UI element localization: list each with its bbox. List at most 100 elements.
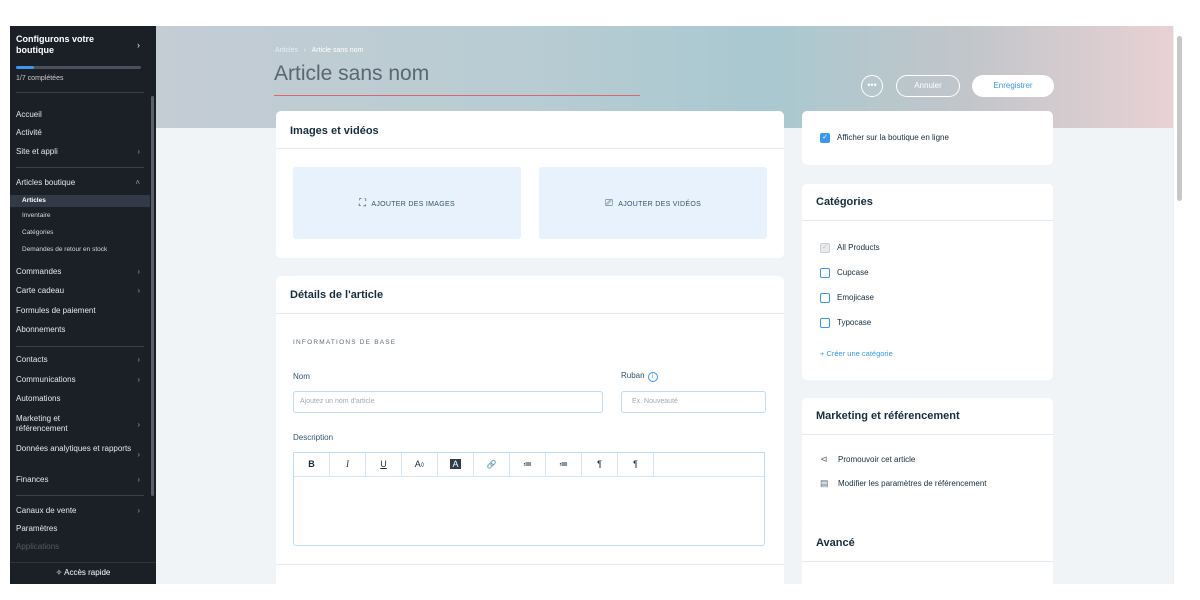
sidebar-item-commandes[interactable]: Commandes ›: [10, 267, 150, 277]
promote-link[interactable]: ⊲ Promouvoir cet article: [820, 454, 915, 465]
cancel-button[interactable]: Annuler: [896, 75, 960, 97]
numbered-list-button[interactable]: ≔: [546, 453, 582, 476]
marketing-card: Marketing et référencement ⊲ Promouvoir c…: [802, 398, 1053, 530]
add-videos-button[interactable]: ⎚ AJOUTER DES VIDÉOS: [539, 167, 767, 239]
visibility-row[interactable]: ✓ Afficher sur la boutique en ligne: [820, 133, 949, 143]
sidebar-item-marketing[interactable]: Marketing et référencement ›: [10, 414, 150, 434]
add-videos-text: AJOUTER DES VIDÉOS: [618, 201, 702, 208]
app-root: Configurons votre boutique › 1/7 complét…: [0, 0, 1200, 600]
sidebar-item-label: Formules de paiement: [16, 306, 96, 315]
sidebar-item-communications[interactable]: Communications ›: [10, 375, 150, 385]
sidebar-item-label: Canaux de vente: [16, 506, 77, 515]
seo-link[interactable]: ▤ Modifier les paramètres de référencemen…: [820, 478, 987, 489]
category-checkbox: ✓: [820, 243, 830, 253]
advanced-card: Avancé: [802, 524, 1053, 584]
sidebar-item-site[interactable]: Site et appli ›: [10, 147, 150, 157]
sidebar-item-applications[interactable]: Applications: [16, 542, 59, 551]
page-scrollbar[interactable]: [1173, 26, 1184, 584]
sidebar-item-activite[interactable]: Activité: [10, 128, 150, 138]
highlight-button[interactable]: A: [438, 453, 474, 476]
sidebar-item-formules[interactable]: Formules de paiement: [10, 306, 150, 316]
sidebar-item-canaux[interactable]: Canaux de vente ›: [10, 506, 150, 516]
sidebar-item-label: Site et appli: [16, 147, 58, 156]
sidebar-item-label: Finances: [16, 475, 49, 484]
category-checkbox[interactable]: [820, 293, 830, 303]
chevron-right-icon: ›: [137, 286, 140, 295]
chevron-right-icon: ›: [137, 475, 140, 484]
setup-widget[interactable]: Configurons votre boutique ›: [16, 34, 146, 56]
sidebar-item-articles-boutique[interactable]: Articles boutique ˄: [10, 178, 150, 188]
sidebar-item-finances[interactable]: Finances ›: [10, 475, 150, 485]
rtl-button[interactable]: ¶: [618, 453, 654, 476]
basic-info-heading: INFORMATIONS DE BASE: [293, 339, 397, 346]
seo-label: Modifier les paramètres de référencement: [838, 479, 987, 488]
text-color-button[interactable]: A◊: [402, 453, 438, 476]
italic-button[interactable]: I: [330, 453, 366, 476]
sidebar-subitem-articles[interactable]: Articles: [10, 195, 150, 207]
chevron-right-icon: ›: [137, 355, 140, 364]
link-icon: 🔗: [486, 460, 497, 469]
name-input[interactable]: Ajoutez un nom d'article: [293, 391, 603, 413]
bullet-list-button[interactable]: ≔: [510, 453, 546, 476]
sidebar-item-accueil[interactable]: Accueil: [10, 110, 150, 120]
rich-text-toolbar: B I U A◊ A 🔗 ≔ ≔ ¶ ¶: [293, 452, 765, 476]
divider: [802, 561, 1053, 562]
breadcrumb-current: Article sans nom: [311, 47, 364, 54]
sidebar-item-donnees[interactable]: Données analytiques et rapports ›: [10, 444, 150, 459]
divider: [276, 313, 784, 314]
chevron-right-icon: ›: [137, 267, 140, 276]
sidebar-item-contacts[interactable]: Contacts ›: [10, 355, 150, 365]
sidebar-scrollbar[interactable]: [151, 96, 154, 496]
chevron-right-icon: ›: [299, 47, 311, 54]
underline-button[interactable]: U: [366, 453, 402, 476]
category-row[interactable]: Cupcase: [820, 268, 869, 278]
page-scrollbar-thumb[interactable]: [1177, 36, 1182, 201]
link-button[interactable]: 🔗: [474, 453, 510, 476]
category-row[interactable]: Typocase: [820, 318, 871, 328]
sidebar-item-carte-cadeau[interactable]: Carte cadeau ›: [10, 286, 150, 296]
sidebar-item-label: Données analytiques et rapports: [16, 444, 132, 453]
divider: [16, 92, 144, 93]
visibility-card: ✓ Afficher sur la boutique en ligne: [802, 111, 1053, 165]
add-images-button[interactable]: ⛶ AJOUTER DES IMAGES: [293, 167, 521, 239]
category-row[interactable]: ✓ All Products: [820, 243, 880, 253]
category-row[interactable]: Emojicase: [820, 293, 874, 303]
sidebar-item-abonnements[interactable]: Abonnements: [10, 325, 150, 335]
sidebar-item-parametres[interactable]: Paramètres: [10, 524, 150, 534]
bold-button[interactable]: B: [294, 453, 330, 476]
sidebar-subitem-label: Demandes de retour en stock: [22, 246, 108, 253]
sidebar-item-automations[interactable]: Automations: [10, 394, 150, 404]
categories-card-title: Catégories: [816, 196, 873, 208]
visibility-checkbox[interactable]: ✓: [820, 133, 830, 143]
sidebar-subitem-inventaire[interactable]: Inventaire: [10, 212, 150, 220]
main-content: Articles › Article sans nom Article sans…: [156, 26, 1173, 584]
chevron-right-icon: ›: [137, 375, 140, 384]
add-videos-label: ⎚ AJOUTER DES VIDÉOS: [539, 198, 767, 209]
bullet-list-icon: ≔: [523, 459, 532, 469]
category-checkbox[interactable]: [820, 318, 830, 328]
sidebar-subitem-retours[interactable]: Demandes de retour en stock: [10, 246, 150, 254]
quick-access-button[interactable]: ✧ Accès rapide: [10, 562, 156, 584]
italic-icon: I: [346, 459, 349, 469]
bold-icon: B: [308, 459, 315, 469]
page-title[interactable]: Article sans nom: [274, 62, 429, 86]
sidebar-subitem-label: Articles: [22, 197, 46, 204]
description-editor[interactable]: [293, 476, 765, 546]
create-category-link[interactable]: + Créer une catégorie: [820, 349, 893, 358]
sidebar-subitem-categories[interactable]: Catégories: [10, 229, 150, 237]
ribbon-label-row: Ruban i: [621, 371, 658, 382]
title-underline: [274, 95, 640, 96]
divider: [276, 564, 784, 565]
ltr-button[interactable]: ¶: [582, 453, 618, 476]
sidebar-subitem-label: Catégories: [22, 229, 54, 236]
drop-icon: ◊: [420, 462, 425, 469]
ribbon-label: Ruban: [621, 371, 645, 380]
info-icon[interactable]: i: [647, 372, 658, 382]
more-actions-button[interactable]: •••: [861, 75, 883, 97]
underline-icon: U: [380, 459, 387, 469]
category-checkbox[interactable]: [820, 268, 830, 278]
save-button[interactable]: Enregistrer: [972, 75, 1054, 97]
ribbon-input[interactable]: Ex. Nouveauté: [621, 391, 766, 413]
megaphone-icon: ⊲: [820, 454, 828, 464]
breadcrumb-articles[interactable]: Articles: [275, 47, 298, 54]
